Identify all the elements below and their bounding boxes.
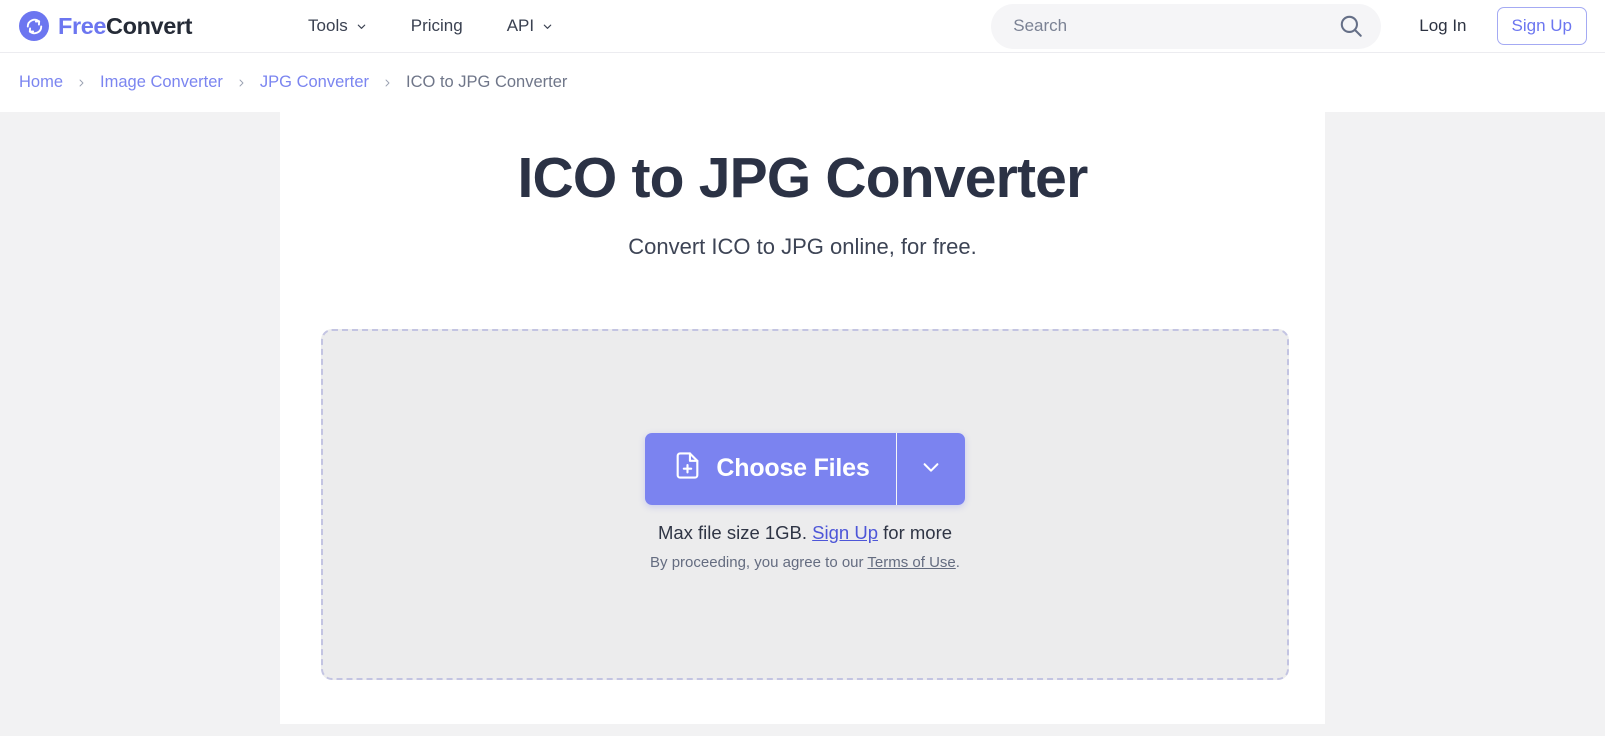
- page-body: ICO to JPG Converter Convert ICO to JPG …: [0, 112, 1605, 724]
- breadcrumb-separator: [369, 76, 406, 90]
- page-title: ICO to JPG Converter: [517, 146, 1089, 210]
- brand-text-convert: Convert: [106, 12, 193, 39]
- choose-files-label: Choose Files: [716, 454, 870, 482]
- signup-link[interactable]: Sign Up: [812, 522, 878, 543]
- site-header: FreeConvert Tools Pricing API Search Log…: [0, 0, 1605, 53]
- nav-item-pricing[interactable]: Pricing: [389, 10, 485, 42]
- file-plus-icon: [674, 451, 701, 487]
- brand-logo[interactable]: FreeConvert: [19, 11, 192, 41]
- file-dropzone[interactable]: Choose Files Max file size 1GB. Sign Up: [321, 329, 1289, 680]
- breadcrumb-item-jpg-converter[interactable]: JPG Converter: [260, 73, 369, 92]
- choose-files-group: Choose Files: [645, 432, 965, 505]
- breadcrumb-separator: [223, 76, 260, 90]
- terms-of-use-link[interactable]: Terms of Use: [867, 554, 955, 571]
- auth-actions: Log In Sign Up: [1403, 7, 1587, 45]
- nav-item-tools[interactable]: Tools: [286, 10, 389, 42]
- signup-button[interactable]: Sign Up: [1496, 7, 1587, 45]
- breadcrumb-item-home[interactable]: Home: [19, 73, 63, 92]
- terms-note: By proceeding, you agree to our Terms of…: [650, 554, 960, 571]
- search-input[interactable]: [991, 3, 1382, 49]
- refresh-circle-icon: [19, 11, 49, 41]
- max-file-size-note: Max file size 1GB. Sign Up for more: [658, 522, 952, 544]
- breadcrumb-separator: [63, 76, 100, 90]
- login-link[interactable]: Log In: [1403, 8, 1482, 44]
- main-nav: Tools Pricing API: [286, 10, 575, 42]
- terms-suffix: .: [955, 553, 960, 571]
- chevron-down-icon: [356, 21, 367, 32]
- search-icon[interactable]: [1337, 12, 1365, 40]
- brand-text-free: Free: [58, 12, 107, 39]
- breadcrumb: Home Image Converter JPG Converter ICO t…: [0, 53, 1605, 112]
- max-file-size-text: Max file size 1GB.: [657, 521, 808, 543]
- nav-item-tools-label: Tools: [308, 16, 348, 35]
- choose-files-dropdown-button[interactable]: [896, 432, 965, 505]
- button-divider: [895, 432, 897, 505]
- search-container: [991, 3, 1382, 49]
- terms-prefix: By proceeding, you agree to our: [650, 553, 864, 571]
- page-subtitle: Convert ICO to JPG online, for free.: [628, 233, 977, 259]
- brand-text: FreeConvert: [58, 13, 192, 40]
- nav-item-api-label: API: [506, 16, 535, 35]
- chevron-down-icon: [920, 456, 942, 481]
- breadcrumb-item-current: ICO to JPG Converter: [406, 73, 568, 91]
- max-file-size-suffix: for more: [883, 521, 953, 543]
- content-column: ICO to JPG Converter Convert ICO to JPG …: [280, 112, 1325, 724]
- nav-item-pricing-label: Pricing: [410, 16, 463, 35]
- chevron-down-icon: [542, 21, 553, 32]
- dropzone-inner: Choose Files Max file size 1GB. Sign Up: [645, 432, 965, 571]
- nav-item-api[interactable]: API: [485, 10, 575, 42]
- breadcrumb-item-image-converter[interactable]: Image Converter: [100, 73, 223, 92]
- choose-files-button[interactable]: Choose Files: [645, 432, 896, 505]
